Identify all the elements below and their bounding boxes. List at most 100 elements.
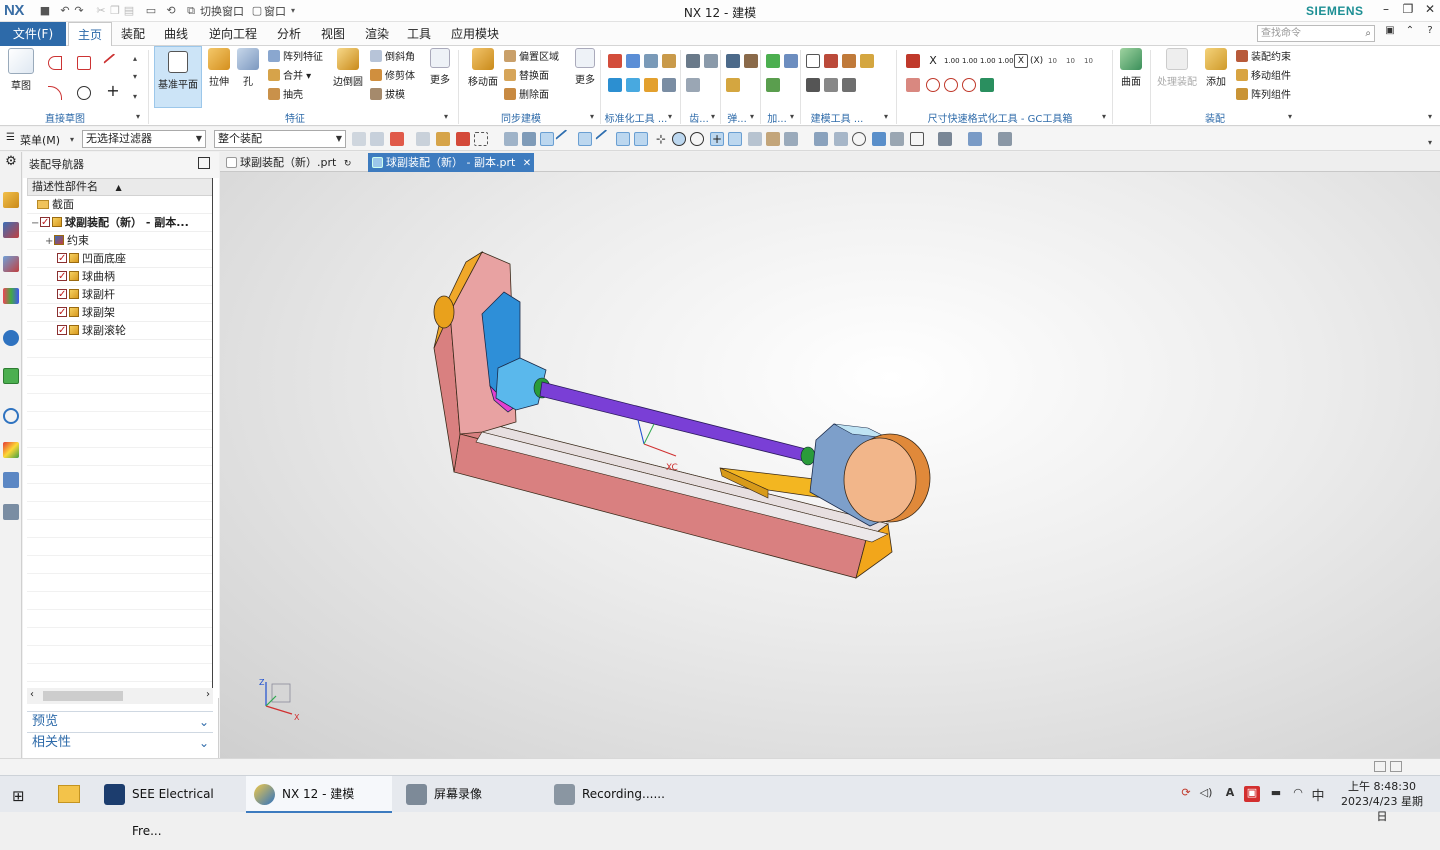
horizontal-scrollbar[interactable]: ‹ › xyxy=(27,688,213,704)
add-tool-icon[interactable] xyxy=(766,54,780,68)
std-tool-icon[interactable] xyxy=(644,78,658,92)
taskbar-item-see-electrical[interactable]: SEE Electrical Fre... xyxy=(96,776,242,838)
palette-icon[interactable] xyxy=(3,442,19,458)
web-browser-icon[interactable] xyxy=(3,330,19,346)
selection-tool-icon[interactable] xyxy=(352,132,366,146)
assembly-constraint-button[interactable]: 装配约束 xyxy=(1236,50,1291,66)
modeling-tool-icon[interactable] xyxy=(806,54,820,68)
tree-part-row[interactable]: 球副杆 xyxy=(27,286,213,304)
group-menu-icon[interactable]: ▾ xyxy=(711,112,715,121)
status-icon[interactable] xyxy=(1390,761,1402,772)
dim-tool-icon[interactable]: 1.00 xyxy=(998,54,1014,68)
dim-tool-icon[interactable] xyxy=(906,54,920,68)
dim-tool-icon[interactable] xyxy=(944,78,958,92)
refresh-icon[interactable]: ↻ xyxy=(344,159,352,169)
tab-application[interactable]: 应用模块 xyxy=(444,22,506,46)
replace-face-button[interactable]: 替换面 xyxy=(504,69,549,85)
tree-part-row[interactable]: 凹面底座 xyxy=(27,250,213,268)
circle-icon[interactable] xyxy=(77,86,91,100)
group-menu-icon[interactable]: ▾ xyxy=(590,112,594,121)
maximize-panel-icon[interactable] xyxy=(198,157,210,169)
constraint-navigator-icon[interactable] xyxy=(3,222,19,238)
window-menu-button[interactable]: 窗口 xyxy=(264,3,286,19)
trim-body-button[interactable]: 修剪体 xyxy=(370,69,415,85)
tree-folder-row[interactable]: 截面 xyxy=(27,196,213,214)
scroll-thumb[interactable] xyxy=(43,691,123,701)
taskbar-item-recording[interactable]: Recording...... xyxy=(546,776,692,813)
draft-button[interactable]: 拔模 xyxy=(370,88,405,104)
repeat-icon[interactable]: ⟲ xyxy=(164,4,178,18)
tab-render[interactable]: 渲染 xyxy=(358,22,396,46)
snap-icon[interactable]: ⊹ xyxy=(654,132,668,146)
dim-tool-icon[interactable]: 10 xyxy=(1048,54,1062,68)
font-icon[interactable]: A xyxy=(1222,786,1238,802)
collapse-ribbon-icon[interactable]: ⌃ xyxy=(1400,25,1420,43)
redo-icon[interactable]: ↷ xyxy=(72,4,86,18)
pattern-component-button[interactable]: 阵列组件 xyxy=(1236,88,1291,104)
tab-document-copy[interactable]: 球副装配（新） - 副本.prt ✕ xyxy=(368,153,534,172)
spring-tool-icon[interactable] xyxy=(726,78,740,92)
group-menu-icon[interactable]: ▾ xyxy=(790,112,794,121)
modeling-tool-icon[interactable] xyxy=(806,78,820,92)
selection-tool-icon[interactable] xyxy=(555,129,575,149)
dim-tool-icon[interactable]: (X) xyxy=(1030,54,1044,68)
ribbon-options-icon[interactable]: ▣ xyxy=(1380,25,1400,43)
search-input[interactable]: 查找命令 ⌕ xyxy=(1257,25,1375,42)
view-tool-icon[interactable] xyxy=(872,132,886,146)
extrude-button[interactable]: 拉伸 xyxy=(204,48,234,88)
file-explorer-icon[interactable] xyxy=(58,785,80,803)
group-menu-icon[interactable]: ▾ xyxy=(750,112,754,121)
profile-icon[interactable] xyxy=(48,56,62,70)
sort-ascending-icon[interactable]: ▲ xyxy=(116,183,122,192)
selection-tool-icon[interactable] xyxy=(578,132,592,146)
copy-icon[interactable]: ❐ xyxy=(108,4,122,18)
dim-tool-icon[interactable]: 10 xyxy=(1084,54,1098,68)
spring-tool-icon[interactable] xyxy=(744,54,758,68)
chevron-up-icon[interactable]: ▴ xyxy=(133,54,137,63)
snap-icon[interactable] xyxy=(784,132,798,146)
cut-icon[interactable]: ✂ xyxy=(94,4,108,18)
tab-document-original[interactable]: 球副装配（新）.prt ↻ xyxy=(222,153,364,172)
column-header[interactable]: 描述性部件名 ▲ xyxy=(27,178,213,196)
minimize-button[interactable]: – xyxy=(1376,2,1396,20)
group-menu-icon[interactable]: ▾ xyxy=(668,112,672,121)
selection-tool-icon[interactable] xyxy=(436,132,450,146)
modeling-tool-icon[interactable] xyxy=(842,78,856,92)
add-component-button[interactable]: 添加 xyxy=(1202,48,1230,88)
search-icon[interactable]: ⌕ xyxy=(1365,26,1371,41)
std-tool-icon[interactable] xyxy=(608,78,622,92)
delete-face-button[interactable]: 删除面 xyxy=(504,88,549,104)
assembly-navigator-icon[interactable] xyxy=(3,192,19,208)
gear-tool-icon[interactable] xyxy=(686,78,700,92)
dim-tool-icon[interactable] xyxy=(962,78,976,92)
close-tab-icon[interactable]: ✕ xyxy=(523,158,531,169)
dependencies-panel-header[interactable]: 相关性 ⌄ xyxy=(27,732,213,752)
selection-scope-select[interactable]: 整个装配 ▼ xyxy=(214,130,346,148)
office-icon[interactable]: ▣ xyxy=(1244,786,1260,802)
snap-icon[interactable] xyxy=(728,132,742,146)
gear-tool-icon[interactable] xyxy=(686,54,700,68)
menu-icon[interactable]: ☰ xyxy=(6,132,20,146)
scroll-right-icon[interactable]: › xyxy=(206,689,210,700)
settings-icon[interactable]: ⚙ xyxy=(3,154,19,170)
menu-button[interactable]: 菜单(M) xyxy=(20,132,60,148)
tab-curve[interactable]: 曲线 xyxy=(156,22,196,46)
tab-reverse-engineering[interactable]: 逆向工程 xyxy=(202,22,264,46)
group-menu-icon[interactable]: ▾ xyxy=(1288,112,1292,121)
std-tool-icon[interactable] xyxy=(608,54,622,68)
tree-part-row[interactable]: 球副架 xyxy=(27,304,213,322)
modeling-tool-icon[interactable] xyxy=(824,78,838,92)
status-icon[interactable] xyxy=(1374,761,1386,772)
history-icon[interactable] xyxy=(3,368,19,384)
start-icon[interactable]: ⊞ xyxy=(12,787,25,805)
datum-plane-button[interactable]: 基准平面 xyxy=(154,46,202,108)
visibility-checkbox[interactable] xyxy=(40,214,50,231)
toolbar-overflow-icon[interactable]: ▾ xyxy=(1428,138,1432,147)
process-assembly-button[interactable]: 处理装配 xyxy=(1154,48,1200,88)
taskbar-item-nx[interactable]: NX 12 - 建模 xyxy=(246,776,392,813)
selection-tool-icon[interactable] xyxy=(416,132,430,146)
add-tool-icon[interactable] xyxy=(784,54,798,68)
save-icon[interactable]: ■ xyxy=(38,4,52,18)
selection-tool-icon[interactable] xyxy=(595,129,615,149)
std-tool-icon[interactable] xyxy=(626,54,640,68)
